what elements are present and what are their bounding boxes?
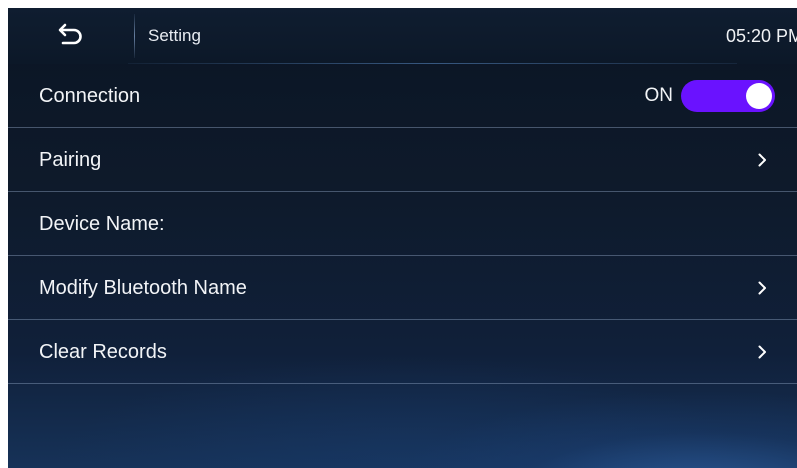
row-pairing[interactable]: Pairing: [8, 128, 797, 192]
toggle-state-label: ON: [644, 85, 674, 106]
clock: 05:20 PM: [725, 26, 797, 46]
top-bar: Setting 05:20 PM: [8, 8, 797, 64]
connection-toggle[interactable]: [681, 80, 775, 112]
header-divider: [134, 14, 135, 58]
row-connection: Connection ON: [8, 64, 797, 128]
bluetooth-settings-screen: Setting 05:20 PM Connection ON Pairing D…: [8, 8, 797, 468]
row-label-pairing: Pairing: [39, 149, 102, 171]
row-clear-records[interactable]: Clear Records: [8, 320, 797, 384]
row-label-connection: Connection: [39, 85, 141, 107]
page-title: Setting: [148, 26, 201, 45]
chevron-right-icon: [758, 281, 767, 295]
row-label-device-name: Device Name:: [39, 213, 165, 235]
chevron-right-icon: [758, 345, 767, 359]
settings-list: Connection ON Pairing Device Name: Modif…: [8, 64, 797, 384]
toggle-knob: [746, 83, 772, 109]
row-device-name: Device Name:: [8, 192, 797, 256]
chevron-right-icon: [758, 153, 767, 167]
back-button[interactable]: [8, 8, 134, 64]
back-arrow-icon: [57, 22, 85, 51]
connection-toggle-group: ON: [644, 79, 775, 113]
row-label-clear-records: Clear Records: [39, 341, 167, 363]
row-label-modify-bluetooth-name: Modify Bluetooth Name: [39, 277, 247, 299]
row-modify-bluetooth-name[interactable]: Modify Bluetooth Name: [8, 256, 797, 320]
